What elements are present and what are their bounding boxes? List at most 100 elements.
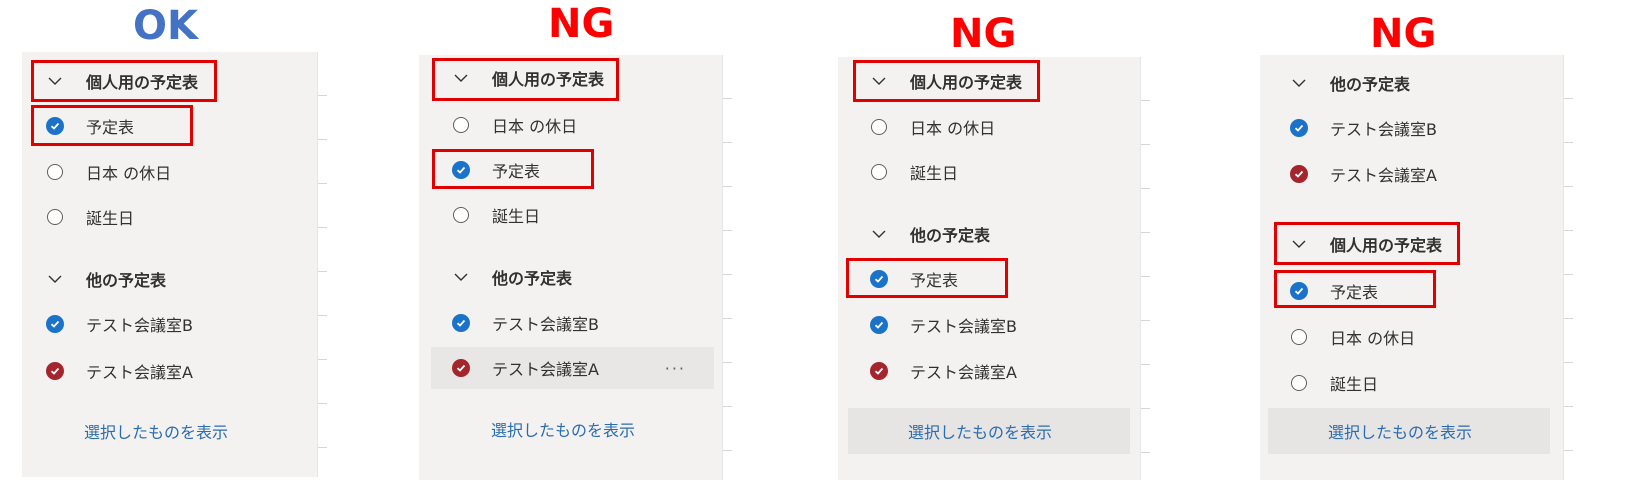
chevron-down-icon [450, 67, 472, 89]
calendar-item-room-a[interactable]: テスト会議室A [1288, 153, 1437, 195]
item-label: 日本 の休日 [1330, 329, 1416, 348]
item-label: テスト会議室A [910, 363, 1017, 382]
calendar-item-room-b[interactable]: テスト会議室B [450, 302, 599, 344]
show-selected-button[interactable]: 選択したものを表示 [491, 406, 635, 452]
item-label: 日本 の休日 [86, 164, 172, 183]
calendar-item-holiday[interactable]: 日本 の休日 [450, 104, 577, 146]
group-other-calendars[interactable]: 他の予定表 [450, 256, 572, 298]
calendar-item-room-a[interactable]: テスト会議室A [44, 350, 193, 392]
calendar-item-holiday[interactable]: 日本 の休日 [868, 106, 995, 148]
group-label: 他の予定表 [1330, 75, 1411, 94]
checkmark-circle-icon[interactable] [450, 159, 472, 181]
item-label: 予定表 [910, 271, 959, 290]
checkmark-circle-icon[interactable] [1288, 280, 1310, 302]
chevron-down-icon [1288, 72, 1310, 94]
radio-circle-icon[interactable] [868, 116, 890, 138]
group-label: 他の予定表 [492, 269, 573, 288]
group-personal-calendars[interactable]: 個人用の予定表 [1288, 223, 1442, 265]
calendar-item-birthday[interactable]: 誕生日 [44, 196, 134, 238]
item-label: 予定表 [86, 118, 135, 137]
calendar-item-birthday[interactable]: 誕生日 [1288, 362, 1378, 404]
calendar-item-schedule[interactable]: 予定表 [44, 105, 134, 147]
item-label: テスト会議室B [86, 316, 193, 335]
calendar-grid-edge-2 [722, 55, 738, 480]
calendar-item-schedule[interactable]: 予定表 [1288, 270, 1378, 312]
group-label: 個人用の予定表 [910, 73, 1023, 92]
group-other-calendars[interactable]: 他の予定表 [1288, 62, 1410, 104]
group-label: 個人用の予定表 [1330, 236, 1443, 255]
radio-circle-icon[interactable] [44, 161, 66, 183]
show-selected-button[interactable]: 選択したものを表示 [84, 408, 228, 454]
group-other-calendars[interactable]: 他の予定表 [44, 258, 166, 300]
checkmark-circle-icon[interactable] [868, 360, 890, 382]
group-label: 個人用の予定表 [86, 73, 199, 92]
show-selected-button[interactable]: 選択したものを表示 [1268, 408, 1550, 454]
chevron-down-icon [1288, 233, 1310, 255]
calendar-item-holiday[interactable]: 日本 の休日 [44, 151, 171, 193]
calendar-grid-edge-1 [317, 52, 333, 477]
item-label: テスト会議室B [910, 317, 1017, 336]
checkmark-circle-icon[interactable] [450, 312, 472, 334]
checkmark-circle-icon[interactable] [1288, 117, 1310, 139]
verdict-ng-label: NG [950, 11, 1017, 57]
group-personal-calendars[interactable]: 個人用の予定表 [450, 57, 604, 99]
checkmark-circle-icon[interactable] [44, 115, 66, 137]
group-other-calendars[interactable]: 他の予定表 [868, 213, 990, 255]
checkmark-circle-icon[interactable] [1288, 163, 1310, 185]
checkmark-circle-icon[interactable] [868, 268, 890, 290]
group-personal-calendars[interactable]: 個人用の予定表 [44, 60, 198, 102]
radio-circle-icon[interactable] [44, 206, 66, 228]
verdict-ok-label: OK [133, 3, 198, 49]
item-label: 誕生日 [1330, 375, 1379, 394]
item-label: 日本 の休日 [910, 119, 996, 138]
chevron-down-icon [44, 70, 66, 92]
group-label: 個人用の予定表 [492, 70, 605, 89]
item-label: 予定表 [1330, 283, 1379, 302]
chevron-down-icon [868, 70, 890, 92]
radio-circle-icon[interactable] [1288, 326, 1310, 348]
show-selected-button[interactable]: 選択したものを表示 [848, 408, 1130, 454]
group-label: 他の予定表 [86, 271, 167, 290]
item-label: テスト会議室A [86, 363, 193, 382]
item-label: 誕生日 [492, 207, 541, 226]
chevron-down-icon [44, 268, 66, 290]
show-selected-label: 選択したものを表示 [84, 423, 229, 442]
item-label: 誕生日 [86, 209, 135, 228]
calendar-item-birthday[interactable]: 誕生日 [868, 151, 958, 193]
group-personal-calendars[interactable]: 個人用の予定表 [868, 60, 1022, 102]
calendar-item-room-b[interactable]: テスト会議室B [1288, 107, 1437, 149]
item-label: テスト会議室B [1330, 120, 1437, 139]
radio-circle-icon[interactable] [450, 114, 472, 136]
calendar-item-room-a[interactable]: テスト会議室A [868, 350, 1017, 392]
calendar-item-room-b[interactable]: テスト会議室B [44, 303, 193, 345]
item-label: 誕生日 [910, 164, 959, 183]
more-options-icon[interactable]: ··· [665, 359, 686, 378]
verdict-ng-label: NG [548, 1, 615, 47]
group-label: 他の予定表 [910, 226, 991, 245]
checkmark-circle-icon[interactable] [44, 360, 66, 382]
item-label: 日本 の休日 [492, 117, 578, 136]
radio-circle-icon[interactable] [1288, 372, 1310, 394]
show-selected-label: 選択したものを表示 [1328, 423, 1473, 442]
calendar-grid-edge-3 [1140, 57, 1156, 480]
calendar-item-room-a-hovered[interactable]: テスト会議室A ··· [431, 347, 714, 389]
calendar-item-holiday[interactable]: 日本 の休日 [1288, 316, 1415, 358]
checkmark-circle-icon[interactable] [868, 314, 890, 336]
radio-circle-icon[interactable] [450, 204, 472, 226]
calendar-item-birthday[interactable]: 誕生日 [450, 194, 540, 236]
show-selected-label: 選択したものを表示 [908, 423, 1053, 442]
verdict-ng-label: NG [1370, 11, 1437, 57]
show-selected-label: 選択したものを表示 [491, 421, 636, 440]
checkmark-circle-icon[interactable] [450, 357, 472, 379]
checkmark-circle-icon[interactable] [44, 313, 66, 335]
chevron-down-icon [868, 223, 890, 245]
item-label: 予定表 [492, 162, 541, 181]
calendar-item-schedule[interactable]: 予定表 [450, 149, 540, 191]
calendar-item-room-b[interactable]: テスト会議室B [868, 304, 1017, 346]
calendar-grid-edge-4 [1563, 55, 1579, 480]
item-label: テスト会議室A [1330, 166, 1437, 185]
chevron-down-icon [450, 266, 472, 288]
calendar-item-schedule[interactable]: 予定表 [868, 258, 958, 300]
item-label: テスト会議室B [492, 315, 599, 334]
radio-circle-icon[interactable] [868, 161, 890, 183]
